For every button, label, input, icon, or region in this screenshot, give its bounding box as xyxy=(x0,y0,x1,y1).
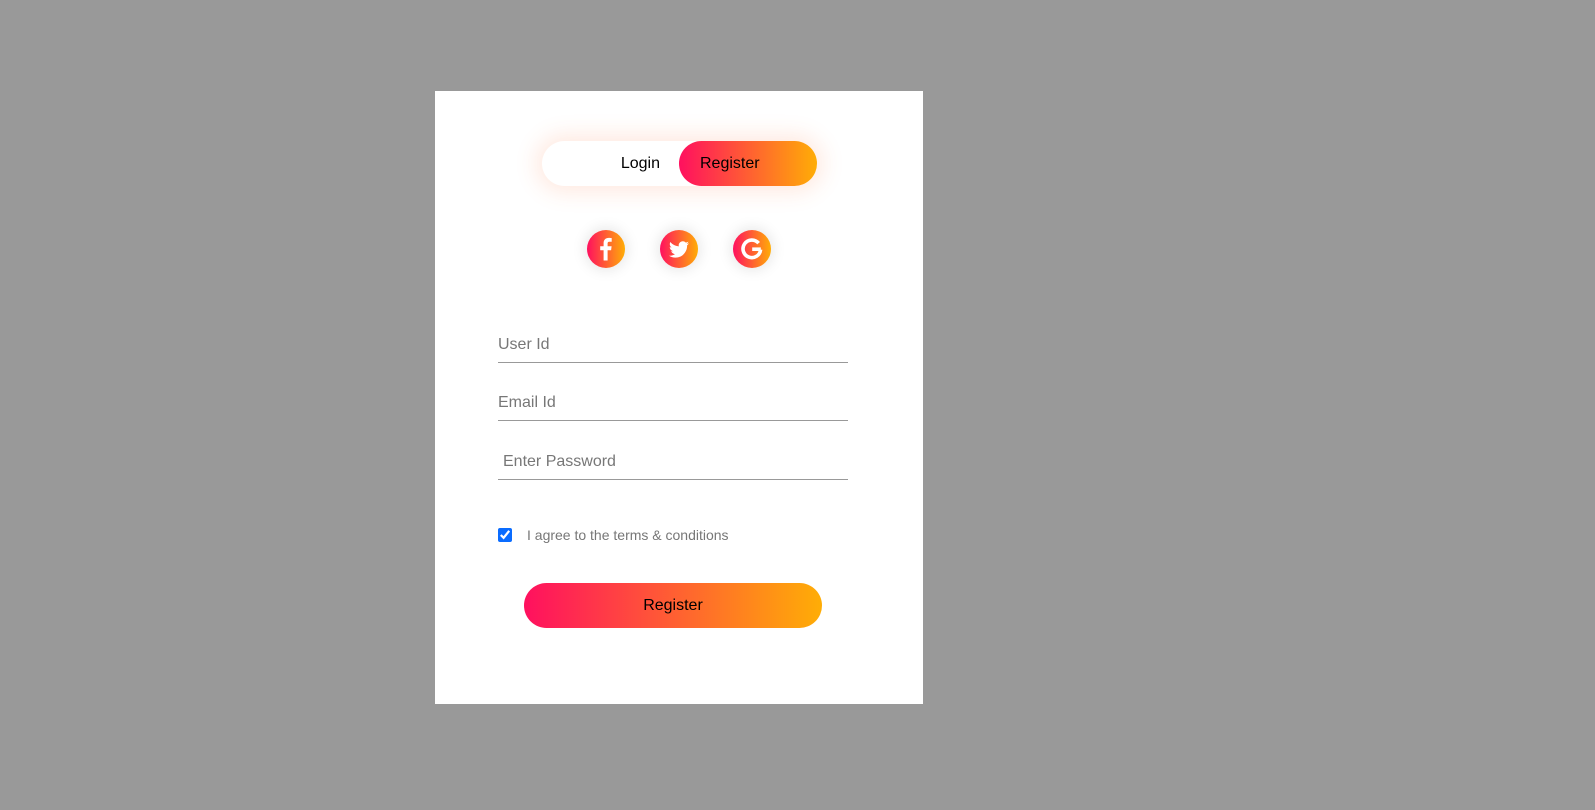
terms-checkbox[interactable] xyxy=(498,528,512,542)
google-icon xyxy=(741,238,763,260)
email-id-input[interactable] xyxy=(498,385,848,421)
user-id-input[interactable] xyxy=(498,327,848,363)
register-submit-button[interactable]: Register xyxy=(524,583,822,628)
facebook-button[interactable] xyxy=(587,230,625,268)
login-toggle-label: Login xyxy=(620,155,660,172)
facebook-icon xyxy=(600,237,612,261)
twitter-icon xyxy=(669,241,689,258)
register-card: Login Register I agree to the terms & co… xyxy=(435,91,923,704)
register-toggle-button[interactable]: Register xyxy=(679,141,817,186)
password-input[interactable] xyxy=(498,444,848,480)
register-toggle-label: Register xyxy=(700,155,760,172)
twitter-button[interactable] xyxy=(660,230,698,268)
login-toggle-button[interactable]: Login xyxy=(542,141,660,186)
terms-label: I agree to the terms & conditions xyxy=(527,527,729,543)
google-button[interactable] xyxy=(733,230,771,268)
login-register-toggle: Login Register xyxy=(542,141,817,186)
